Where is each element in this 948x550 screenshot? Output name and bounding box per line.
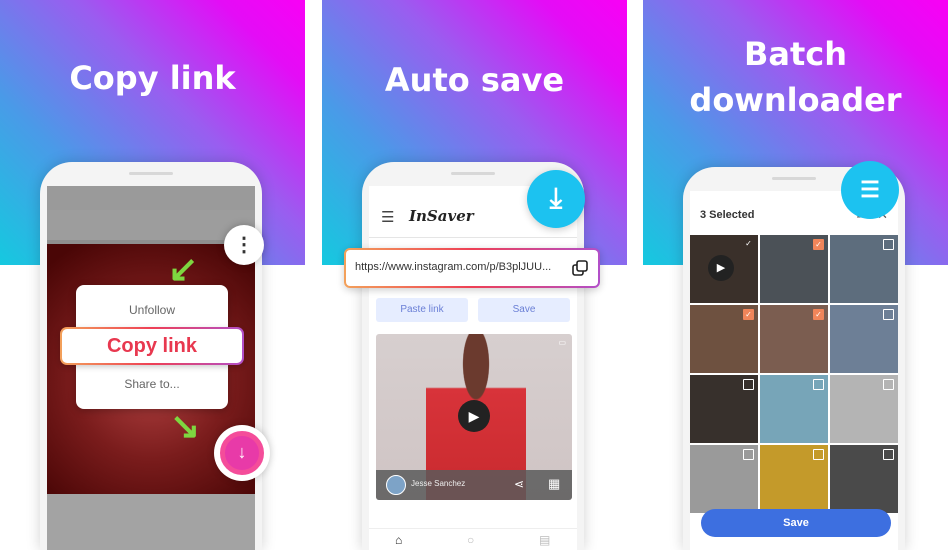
media-cell[interactable] [690, 375, 758, 443]
checkbox[interactable]: ✓ [743, 309, 754, 320]
checkbox[interactable] [883, 379, 894, 390]
checkbox[interactable] [813, 379, 824, 390]
checkbox[interactable]: ✓ [743, 239, 754, 250]
media-cell[interactable] [760, 375, 828, 443]
menu-item-share[interactable]: Share to... [76, 377, 228, 391]
phone-speaker [772, 177, 816, 180]
green-arrow-icon: ↘ [170, 405, 201, 446]
green-arrow-icon: ↙ [168, 248, 199, 289]
selected-count: 3 Selected [700, 209, 755, 221]
batch-screen: 3 Selected ≡ ✕ ✓▶✓✓✓ [690, 191, 898, 550]
checkbox[interactable] [883, 449, 894, 460]
media-cell[interactable]: ✓ [760, 235, 828, 303]
phone-speaker [129, 172, 173, 175]
play-icon[interactable]: ▶ [458, 400, 490, 432]
checkbox[interactable]: ✓ [813, 309, 824, 320]
status-bar [47, 186, 255, 210]
checkbox[interactable] [883, 309, 894, 320]
checklist-fab-icon[interactable]: ☰ [841, 161, 899, 219]
media-cell[interactable] [760, 445, 828, 513]
media-cell[interactable] [830, 445, 898, 513]
panel-headline-line-1: Batch [743, 35, 848, 73]
media-cell[interactable]: ✓ [760, 305, 828, 373]
panel-headline: Copy link [69, 59, 236, 97]
app-logo: InSaver [409, 207, 474, 225]
media-grid: ✓ ▶ ✓ ✓ ✓ [690, 235, 898, 513]
more-vertical-icon[interactable]: ⋮ [224, 225, 264, 265]
play-icon[interactable]: ▶ [708, 255, 734, 281]
checkbox[interactable]: ✓ [813, 239, 824, 250]
instagram-header [47, 210, 255, 240]
media-cell[interactable]: ✓ [690, 305, 758, 373]
avatar [386, 475, 406, 495]
video-author: Jesse Sanchez [411, 479, 466, 488]
downloads-icon[interactable]: ▤ [539, 533, 550, 547]
menu-item-unfollow[interactable]: Unfollow [76, 303, 228, 317]
url-text: https://www.instagram.com/p/B3plJUU... [355, 261, 552, 273]
panel-headline-line-2: downloader [689, 81, 902, 119]
post-caption-area [47, 494, 255, 550]
copy-icon[interactable] [572, 260, 588, 276]
panel-batch-downloader: Batch downloader 3 Selected ≡ ✕ ✓▶✓✓✓ ☰ … [643, 0, 948, 550]
video-camera-icon: ▭ [558, 338, 566, 347]
phone-mockup: 3 Selected ≡ ✕ ✓▶✓✓✓ [683, 167, 905, 550]
phone-speaker [451, 172, 495, 175]
panel-copy-link: Copy link ↙ Unfollow Share to... Copy li… [0, 0, 305, 550]
checkbox[interactable] [813, 449, 824, 460]
panel-headline: Auto save [384, 61, 565, 99]
video-footer: Jesse Sanchez ⋖ ▦ [376, 470, 572, 500]
bottom-nav: ⌂ ○ ▤ [369, 528, 577, 550]
media-cell[interactable] [830, 305, 898, 373]
media-cell[interactable] [830, 235, 898, 303]
video-card[interactable]: ▭ ▶ Jesse Sanchez ⋖ ▦ [376, 334, 572, 500]
menu-item-copy-link[interactable]: Copy link [60, 327, 244, 365]
checkbox[interactable] [883, 239, 894, 250]
save-button[interactable]: Save [701, 509, 891, 537]
save-button[interactable]: Save [478, 298, 570, 322]
share-icon[interactable]: ⋖ [514, 477, 524, 491]
url-input[interactable]: https://www.instagram.com/p/B3plJUU... [344, 248, 600, 288]
panel-auto-save: Auto save ☰ InSaver ⌂ ○ ▤ ⤓ https://www.… [322, 0, 627, 550]
menu-icon[interactable]: ☰ [381, 208, 394, 226]
checkbox[interactable] [743, 449, 754, 460]
media-cell[interactable]: ✓ ▶ [690, 235, 758, 303]
media-cell[interactable] [690, 445, 758, 513]
grid-icon[interactable]: ▦ [548, 476, 560, 492]
download-circle-icon[interactable]: ↓ [214, 425, 270, 481]
search-icon[interactable]: ○ [467, 533, 474, 547]
paste-link-button[interactable]: Paste link [376, 298, 468, 322]
home-icon[interactable]: ⌂ [395, 533, 402, 547]
download-fab-icon[interactable]: ⤓ [527, 170, 585, 228]
media-cell[interactable] [830, 375, 898, 443]
checkbox[interactable] [743, 379, 754, 390]
